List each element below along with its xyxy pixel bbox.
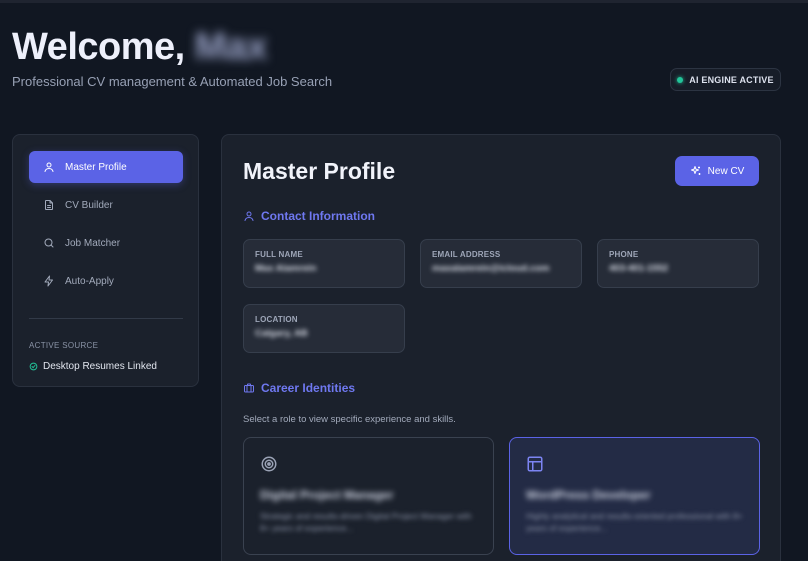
location-field[interactable]: LOCATION Calgary, AB bbox=[243, 304, 405, 353]
subtitle: Professional CV management & Automated J… bbox=[12, 74, 333, 89]
phone-field[interactable]: PHONE 403-401-1552 bbox=[597, 239, 759, 288]
sidebar-item-cv-builder[interactable]: CV Builder bbox=[29, 189, 183, 221]
career-identities-heading: Career Identities bbox=[243, 381, 355, 395]
welcome-heading: Welcome, Max bbox=[12, 26, 268, 69]
main-panel: Master Profile New CV Contact Informatio… bbox=[221, 134, 781, 561]
sidebar: Master Profile CV Builder Job Matcher Au… bbox=[12, 134, 199, 387]
role-card-wordpress-developer[interactable]: WordPress Developer Highly analytical an… bbox=[509, 437, 760, 555]
email-field[interactable]: EMAIL ADDRESS maxalamrein@icloud.com bbox=[420, 239, 582, 288]
role-card-digital-project-manager[interactable]: Digital Project Manager Strategic and re… bbox=[243, 437, 494, 555]
check-circle-icon bbox=[29, 362, 38, 371]
user-name: Max bbox=[194, 26, 268, 68]
document-icon bbox=[45, 200, 53, 210]
page-title: Master Profile bbox=[243, 158, 396, 184]
window-top-border bbox=[0, 0, 808, 3]
search-icon bbox=[44, 238, 54, 248]
career-heading-label: Career Identities bbox=[261, 381, 356, 395]
field-label: PHONE bbox=[609, 250, 639, 259]
new-cv-label: New CV bbox=[707, 165, 745, 177]
status-dot-icon bbox=[677, 76, 684, 83]
field-label: LOCATION bbox=[255, 315, 298, 324]
lightning-icon bbox=[44, 275, 53, 287]
briefcase-icon bbox=[244, 383, 254, 393]
career-hint: Select a role to view specific experienc… bbox=[243, 414, 456, 425]
field-value: 403-401-1552 bbox=[609, 263, 669, 274]
sidebar-item-label: Master Profile bbox=[65, 161, 127, 173]
field-label: EMAIL ADDRESS bbox=[432, 250, 501, 259]
role-description: Highly analytical and results-oriented p… bbox=[526, 511, 743, 533]
active-source-status: Desktop Resumes Linked bbox=[29, 361, 157, 372]
contact-heading-label: Contact Information bbox=[261, 209, 375, 223]
target-icon bbox=[261, 456, 277, 472]
user-icon bbox=[244, 211, 254, 221]
field-value: Calgary, AB bbox=[255, 328, 308, 339]
role-title: Digital Project Manager bbox=[260, 488, 394, 502]
layout-icon bbox=[527, 456, 543, 472]
sidebar-item-job-matcher[interactable]: Job Matcher bbox=[29, 227, 183, 259]
full-name-field[interactable]: FULL NAME Max Alamrein bbox=[243, 239, 405, 288]
welcome-prefix: Welcome, bbox=[12, 26, 185, 68]
role-title: WordPress Developer bbox=[526, 488, 651, 502]
sparkles-icon bbox=[690, 166, 701, 175]
field-value: Max Alamrein bbox=[255, 263, 317, 274]
sidebar-item-master-profile[interactable]: Master Profile bbox=[29, 151, 183, 183]
sidebar-item-auto-apply[interactable]: Auto-Apply bbox=[29, 265, 183, 297]
sidebar-divider bbox=[29, 318, 183, 319]
sidebar-item-label: Auto-Apply bbox=[65, 275, 114, 287]
active-source-value: Desktop Resumes Linked bbox=[43, 361, 157, 372]
role-description: Strategic and results-driven Digital Pro… bbox=[260, 511, 472, 533]
sidebar-item-label: Job Matcher bbox=[65, 237, 121, 249]
ai-badge-label: AI ENGINE ACTIVE bbox=[689, 74, 774, 85]
field-label: FULL NAME bbox=[255, 250, 303, 259]
active-source-label: ACTIVE SOURCE bbox=[29, 341, 99, 350]
sidebar-item-label: CV Builder bbox=[65, 199, 113, 211]
ai-engine-status-badge: AI ENGINE ACTIVE bbox=[670, 68, 781, 91]
new-cv-button[interactable]: New CV bbox=[675, 156, 759, 186]
field-value: maxalamrein@icloud.com bbox=[432, 263, 550, 274]
user-icon bbox=[44, 162, 54, 172]
contact-information-heading: Contact Information bbox=[243, 209, 375, 223]
